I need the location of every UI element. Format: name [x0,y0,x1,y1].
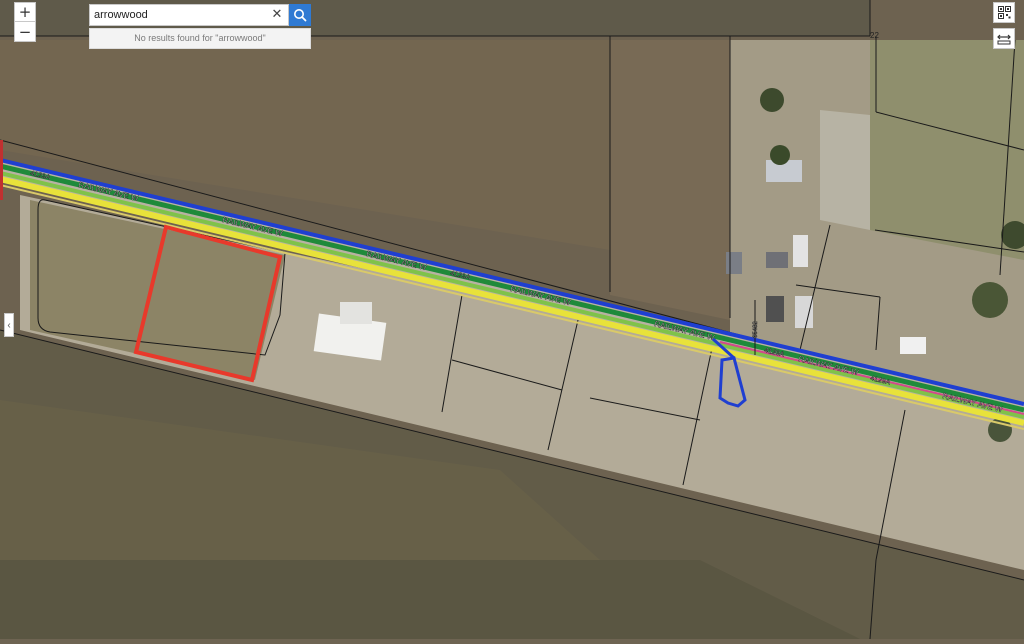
measure-button[interactable] [993,28,1015,49]
building-ne-5 [900,337,926,354]
clear-search-button[interactable]: ✕ [270,7,284,23]
building-ne-4 [766,296,784,322]
tree-3 [972,282,1008,318]
qr-code-button[interactable] [993,2,1015,23]
collapse-panel-button[interactable]: ‹ [4,313,14,337]
building-ne-2 [793,235,808,267]
tree-2 [770,145,790,165]
search-box: ✕ [89,4,289,26]
road-label-side: 65482 [753,321,759,338]
building-ne-6 [726,252,742,274]
warehouse-annex [340,302,372,324]
search-button[interactable] [289,4,311,26]
search-input[interactable] [94,6,264,24]
field-north-middle [610,40,730,320]
zoom-out-button[interactable]: − [14,22,36,42]
tree-1 [760,88,784,112]
zoom-in-button[interactable]: + [14,2,36,22]
search-no-results-message: No results found for "arrowwood" [89,28,311,49]
left-edge-marker [0,140,3,200]
qr-code-icon [997,6,1011,19]
measure-icon [997,34,1011,44]
parcel-number-label: 22 [870,31,879,40]
building-ne-7 [766,252,788,268]
search-icon [294,9,307,22]
gravel-pad [820,110,870,230]
map-canvas[interactable]: RAILWAY AVE W RAILWAY AVE W RAILWAY AVE … [0,0,1024,640]
building-ne-3 [795,296,813,328]
grass-area-ne [870,40,1024,260]
